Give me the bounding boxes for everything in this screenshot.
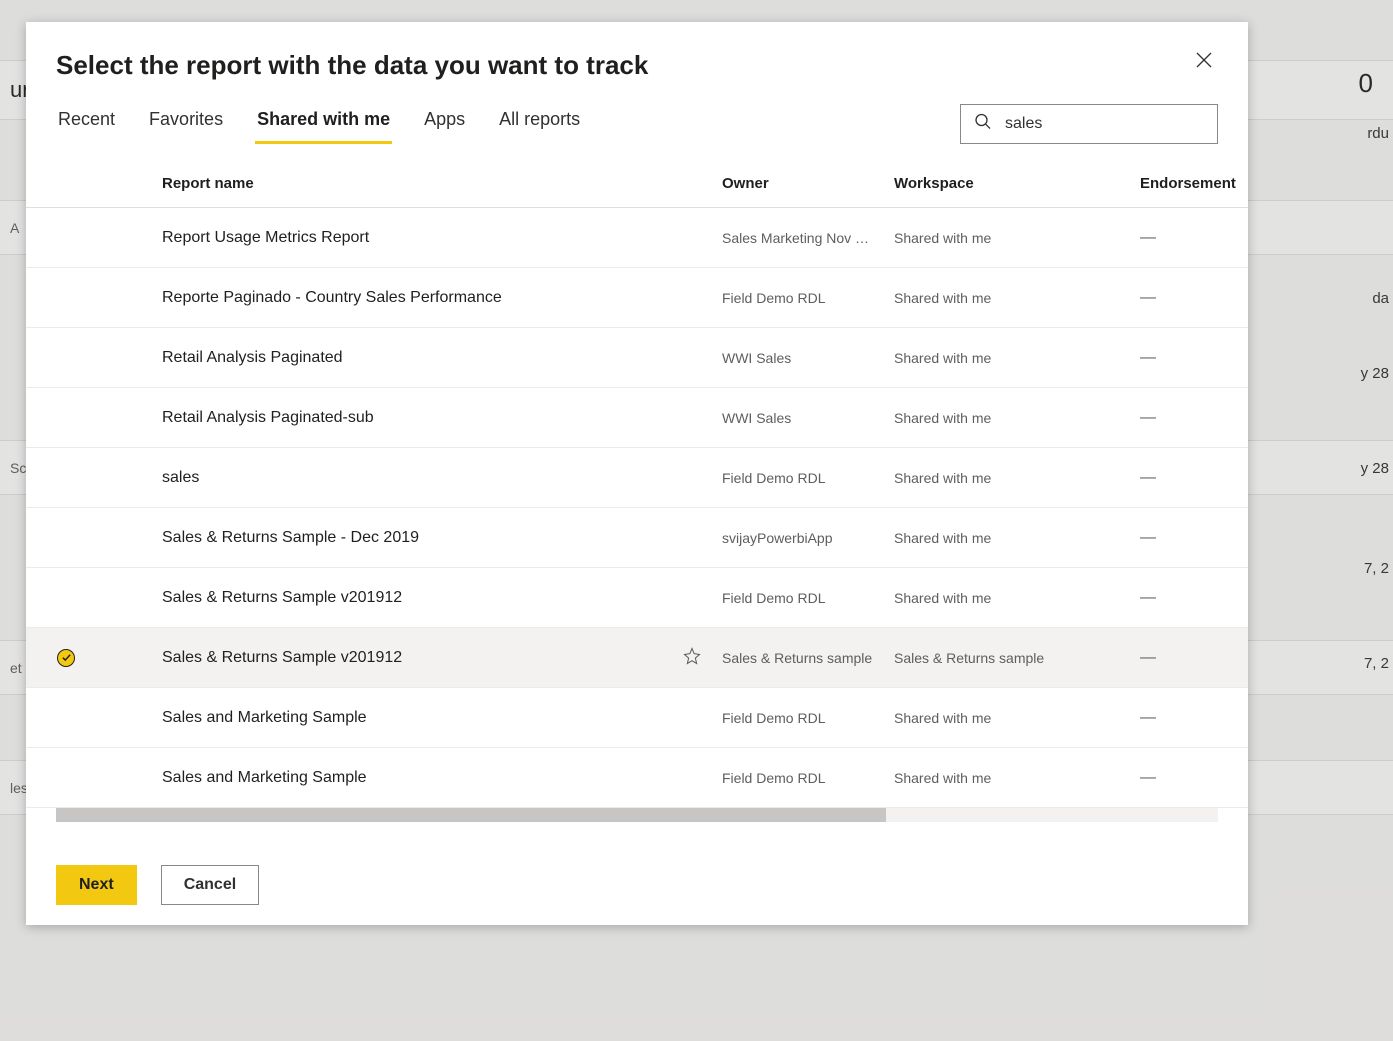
- workspace-cell: Shared with me: [894, 350, 1140, 366]
- column-header-report-name[interactable]: Report name: [162, 175, 662, 192]
- owner-cell: Field Demo RDL: [722, 770, 894, 786]
- favorite-toggle[interactable]: [662, 647, 722, 669]
- column-header-workspace[interactable]: Workspace: [894, 175, 1140, 192]
- endorsement-cell: —: [1140, 469, 1248, 487]
- owner-cell: Sales Marketing Nov …: [722, 230, 894, 246]
- close-icon: [1196, 52, 1212, 68]
- table-row[interactable]: Sales and Marketing Sample Field Demo RDL…: [26, 688, 1248, 748]
- report-name-cell: sales: [162, 469, 662, 487]
- endorsement-cell: —: [1140, 409, 1248, 427]
- owner-cell: Field Demo RDL: [722, 470, 894, 486]
- report-name-cell: Sales & Returns Sample v201912: [162, 589, 662, 607]
- checkmark-icon: [57, 649, 75, 667]
- workspace-cell: Shared with me: [894, 710, 1140, 726]
- report-name-cell: Sales & Returns Sample v201912: [162, 649, 662, 667]
- next-button[interactable]: Next: [56, 865, 137, 905]
- tab-recent[interactable]: Recent: [56, 103, 117, 144]
- report-name-cell: Report Usage Metrics Report: [162, 229, 662, 247]
- column-header-endorsement[interactable]: Endorsement: [1140, 175, 1248, 192]
- owner-cell: WWI Sales: [722, 410, 894, 426]
- tab-all-reports[interactable]: All reports: [497, 103, 582, 144]
- tab-favorites[interactable]: Favorites: [147, 103, 225, 144]
- row-select-indicator[interactable]: [26, 649, 106, 667]
- table-row[interactable]: Reporte Paginado - Country Sales Perform…: [26, 268, 1248, 328]
- table-row[interactable]: sales Field Demo RDLShared with me—: [26, 448, 1248, 508]
- endorsement-cell: —: [1140, 349, 1248, 367]
- table-row[interactable]: Retail Analysis Paginated WWI SalesShared…: [26, 328, 1248, 388]
- report-name-cell: Sales and Marketing Sample: [162, 709, 662, 727]
- workspace-cell: Sales & Returns sample: [894, 650, 1140, 666]
- workspace-cell: Shared with me: [894, 470, 1140, 486]
- horizontal-scrollbar[interactable]: [26, 808, 1248, 822]
- report-name-cell: Sales and Marketing Sample: [162, 769, 662, 787]
- report-name-cell: Retail Analysis Paginated: [162, 349, 662, 367]
- tab-apps[interactable]: Apps: [422, 103, 467, 144]
- report-picker-dialog: Select the report with the data you want…: [26, 22, 1248, 925]
- table-row[interactable]: Report Usage Metrics Report Sales Marketi…: [26, 208, 1248, 268]
- workspace-cell: Shared with me: [894, 590, 1140, 606]
- star-icon: [683, 647, 701, 669]
- report-name-cell: Sales & Returns Sample - Dec 2019: [162, 529, 662, 547]
- workspace-cell: Shared with me: [894, 290, 1140, 306]
- table-row[interactable]: Sales and Marketing Sample Field Demo RDL…: [26, 748, 1248, 808]
- owner-cell: Sales & Returns sample: [722, 650, 894, 666]
- report-name-cell: Reporte Paginado - Country Sales Perform…: [162, 289, 662, 307]
- table-row[interactable]: Retail Analysis Paginated-sub WWI SalesSh…: [26, 388, 1248, 448]
- dialog-footer: Next Cancel: [26, 845, 1248, 905]
- endorsement-cell: —: [1140, 589, 1248, 607]
- table-body: Report Usage Metrics Report Sales Marketi…: [26, 208, 1248, 808]
- reports-table: Report name Owner Workspace Endorsement …: [26, 160, 1248, 845]
- column-header-owner[interactable]: Owner: [722, 175, 894, 192]
- search-input[interactable]: [960, 104, 1218, 144]
- endorsement-cell: —: [1140, 229, 1248, 247]
- table-row[interactable]: Sales & Returns Sample v201912 Field Demo…: [26, 568, 1248, 628]
- workspace-cell: Shared with me: [894, 530, 1140, 546]
- table-row[interactable]: Sales & Returns Sample v201912 Sales & Re…: [26, 628, 1248, 688]
- endorsement-cell: —: [1140, 709, 1248, 727]
- search-icon: [974, 112, 992, 135]
- endorsement-cell: —: [1140, 289, 1248, 307]
- tab-shared-with-me[interactable]: Shared with me: [255, 103, 392, 144]
- owner-cell: Field Demo RDL: [722, 590, 894, 606]
- dialog-title: Select the report with the data you want…: [56, 50, 648, 81]
- report-name-cell: Retail Analysis Paginated-sub: [162, 409, 662, 427]
- scrollbar-thumb[interactable]: [56, 808, 886, 822]
- workspace-cell: Shared with me: [894, 230, 1140, 246]
- workspace-cell: Shared with me: [894, 410, 1140, 426]
- table-header-row: Report name Owner Workspace Endorsement: [26, 160, 1248, 208]
- endorsement-cell: —: [1140, 529, 1248, 547]
- close-button[interactable]: [1188, 44, 1220, 76]
- owner-cell: svijayPowerbiApp: [722, 530, 894, 546]
- tab-bar: Recent Favorites Shared with me Apps All rep…: [56, 103, 582, 144]
- table-row[interactable]: Sales & Returns Sample - Dec 2019 svijayP…: [26, 508, 1248, 568]
- workspace-cell: Shared with me: [894, 770, 1140, 786]
- endorsement-cell: —: [1140, 769, 1248, 787]
- owner-cell: WWI Sales: [722, 350, 894, 366]
- cancel-button[interactable]: Cancel: [161, 865, 259, 905]
- endorsement-cell: —: [1140, 649, 1248, 667]
- owner-cell: Field Demo RDL: [722, 290, 894, 306]
- owner-cell: Field Demo RDL: [722, 710, 894, 726]
